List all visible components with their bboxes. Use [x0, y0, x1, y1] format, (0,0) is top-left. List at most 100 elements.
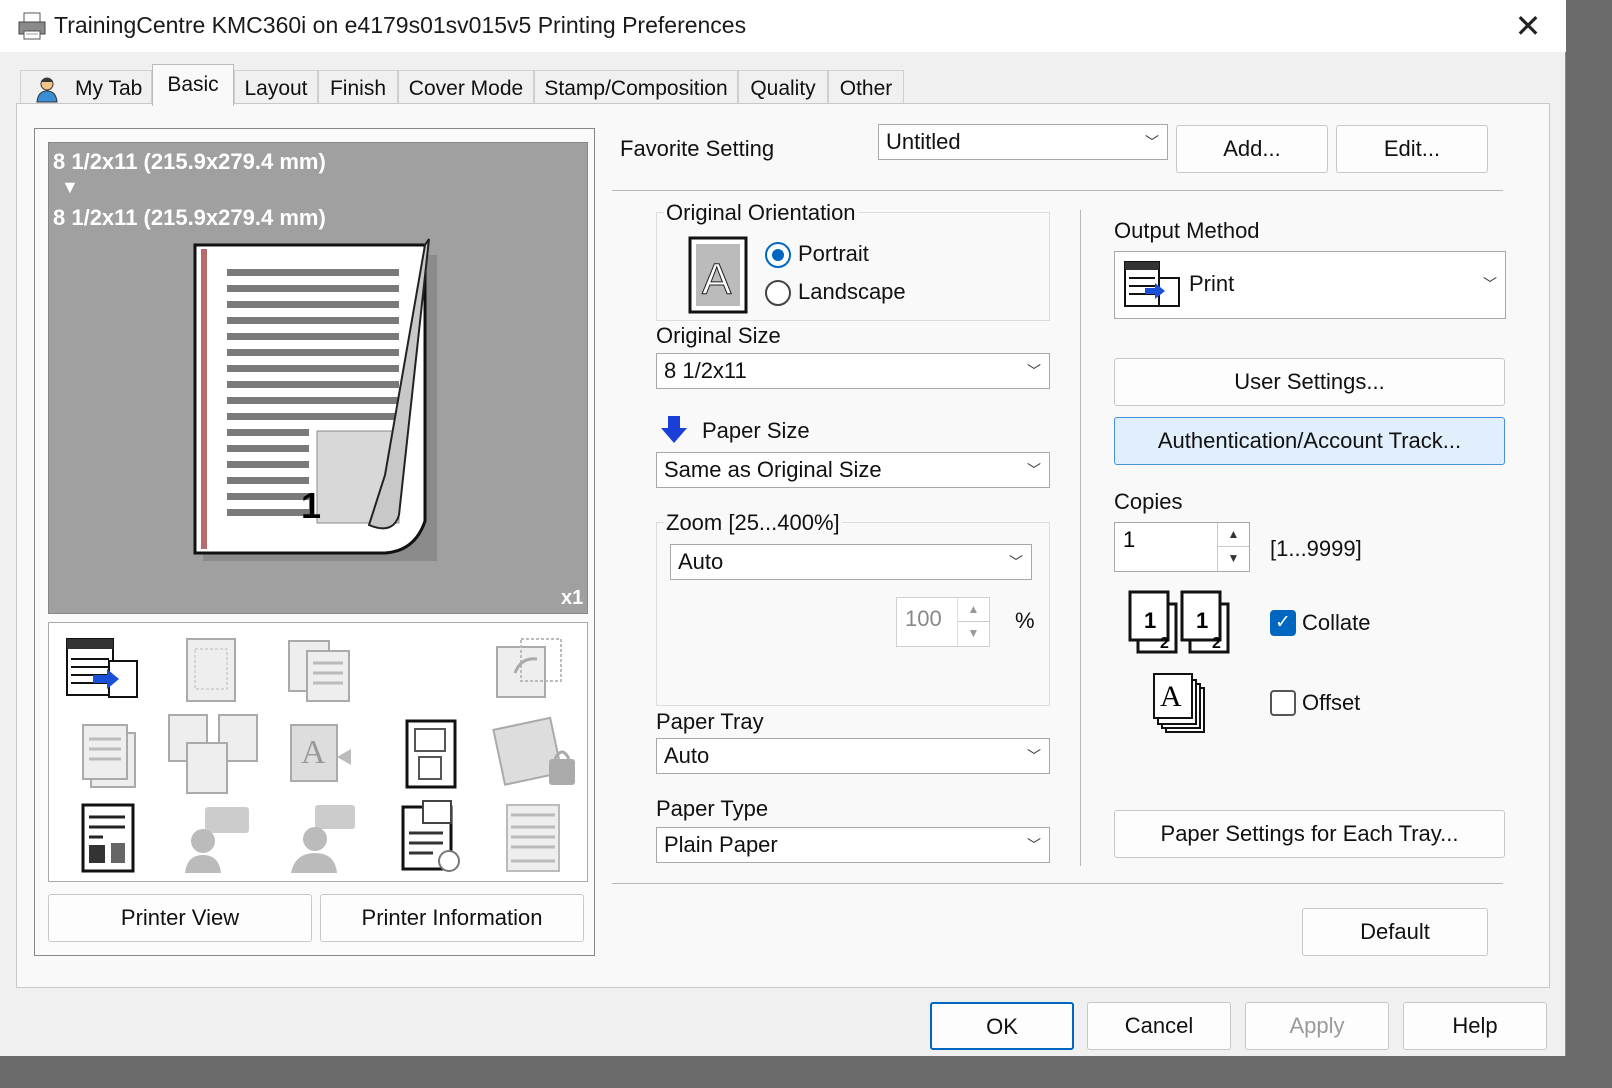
offset-label: Offset [1302, 690, 1361, 715]
zoom-percent-value: 100 [905, 606, 942, 631]
document-stack-icon[interactable] [73, 719, 149, 795]
watermark-icon[interactable] [393, 717, 469, 793]
user-authentication-icon[interactable] [179, 801, 255, 877]
tab-my-tab[interactable]: My Tab [20, 70, 152, 104]
zoom-value: Auto [678, 549, 724, 574]
edit-favorite-button[interactable]: Edit... [1336, 125, 1488, 173]
collate-page-b: 2 [1212, 635, 1221, 652]
add-favorite-button[interactable]: Add... [1176, 125, 1328, 173]
chevron-down-icon: ﹀ [1027, 363, 1041, 379]
favorite-setting-select[interactable]: Untitled ﹀ [878, 124, 1168, 160]
title-bar: TrainingCentre KMC360i on e4179s01sv015v… [0, 0, 1566, 52]
apply-button[interactable]: Apply [1245, 1002, 1389, 1050]
copies-range: [1...9999] [1270, 536, 1362, 561]
user-icon [36, 77, 58, 103]
chevron-down-icon: ﹀ [1483, 276, 1497, 292]
paper-type-value: Plain Paper [664, 832, 778, 857]
authentication-account-track-button[interactable]: Authentication/Account Track... [1114, 417, 1505, 465]
tab-basic[interactable]: Basic [152, 64, 234, 106]
chevron-down-icon: ﹀ [1027, 748, 1041, 764]
offset-icon: A [1153, 673, 1205, 733]
user-settings-button[interactable]: User Settings... [1114, 358, 1505, 406]
portrait-radio[interactable] [765, 242, 791, 268]
multi-page-icon[interactable] [281, 633, 357, 709]
zoom-label: Zoom [25...400%] [664, 510, 842, 536]
copies-badge: x1 [561, 587, 584, 609]
overlay-icon[interactable]: A [285, 719, 361, 795]
output-method-value: Print [1189, 271, 1235, 296]
print-preview: 8 1/2x11 (215.9x279.4 mm) ▼ 8 1/2x11 (21… [48, 142, 588, 614]
copies-value: 1 [1123, 527, 1136, 552]
copies-label: Copies [1114, 489, 1183, 514]
spin-up-icon[interactable]: ▲ [958, 598, 989, 622]
copies-spinner[interactable]: 1 ▲ ▼ [1114, 522, 1250, 572]
combine-pages-icon[interactable] [167, 713, 259, 795]
help-button[interactable]: Help [1403, 1002, 1547, 1050]
paper-size-readout: 8 1/2x11 (215.9x279.4 mm) [53, 205, 326, 230]
orientation-label: Original Orientation [664, 200, 858, 226]
favorite-setting-value: Untitled [886, 129, 961, 154]
percent-sign: % [1015, 608, 1035, 633]
divider [612, 190, 1503, 191]
paper-tray-select[interactable]: Auto ﹀ [656, 738, 1050, 774]
cancel-button[interactable]: Cancel [1087, 1002, 1231, 1050]
account-track-icon[interactable] [285, 801, 361, 877]
collate-page-b: 2 [1160, 635, 1169, 652]
tab-layout[interactable]: Layout [234, 70, 318, 104]
print-output-icon[interactable] [63, 633, 139, 709]
booklet-icon[interactable] [73, 801, 149, 877]
tab-cover-mode[interactable]: Cover Mode [398, 70, 534, 104]
close-button[interactable]: ✕ [1502, 4, 1554, 48]
svg-text:A: A [301, 734, 326, 771]
collate-icon: 1 2 1 2 [1128, 590, 1230, 654]
divider [612, 883, 1503, 884]
paper-size-value: Same as Original Size [664, 457, 882, 482]
tab-finish[interactable]: Finish [318, 70, 398, 104]
tab-quality[interactable]: Quality [738, 70, 828, 104]
arrow-down-icon [661, 416, 687, 443]
printing-preferences-window: TrainingCentre KMC360i on e4179s01sv015v… [0, 0, 1566, 1056]
ok-button[interactable]: OK [930, 1002, 1074, 1050]
secure-print-icon[interactable] [489, 713, 581, 795]
output-method-select[interactable]: Print ﹀ [1114, 251, 1506, 319]
landscape-radio[interactable] [765, 280, 791, 306]
portrait-orientation-icon: A [688, 236, 748, 314]
paper-type-label: Paper Type [656, 796, 769, 821]
window-title: TrainingCentre KMC360i on e4179s01sv015v… [54, 12, 747, 38]
spin-down-icon[interactable]: ▼ [1218, 547, 1249, 571]
paper-settings-for-each-tray-button[interactable]: Paper Settings for Each Tray... [1114, 810, 1505, 858]
printer-information-button[interactable]: Printer Information [320, 894, 584, 942]
collate-label: Collate [1302, 610, 1371, 635]
favorite-setting-label: Favorite Setting [620, 136, 775, 161]
original-size-select[interactable]: 8 1/2x11 ﹀ [656, 353, 1050, 389]
landscape-label: Landscape [798, 279, 906, 304]
original-size-readout: 8 1/2x11 (215.9x279.4 mm) [53, 149, 326, 174]
portrait-label: Portrait [798, 241, 869, 266]
paper-type-select[interactable]: Plain Paper ﹀ [656, 827, 1050, 863]
function-icon-grid: A [48, 622, 588, 882]
page-numbering-icon[interactable] [393, 799, 469, 875]
zoom-percent-spinner[interactable]: 100 ▲ ▼ [896, 597, 990, 647]
page-layout-icon[interactable] [173, 633, 249, 709]
collate-page-a: 1 [1144, 608, 1156, 633]
collate-checkbox[interactable]: ✓ [1270, 610, 1296, 636]
page-number: 1 [301, 485, 322, 526]
printer-view-button[interactable]: Printer View [48, 894, 312, 942]
tab-label: My Tab [75, 77, 143, 100]
zoom-select[interactable]: Auto ﹀ [670, 544, 1032, 580]
default-button[interactable]: Default [1302, 908, 1488, 956]
output-method-label: Output Method [1114, 218, 1260, 243]
printer-icon [18, 12, 46, 40]
rotate-icon[interactable] [491, 633, 567, 709]
spin-down-icon[interactable]: ▼ [958, 622, 989, 646]
tab-other[interactable]: Other [828, 70, 904, 104]
paper-size-select[interactable]: Same as Original Size ﹀ [656, 452, 1050, 488]
arrow-down-icon: ▼ [61, 177, 79, 197]
tab-stamp-composition[interactable]: Stamp/Composition [534, 70, 738, 104]
header-footer-icon[interactable] [495, 801, 571, 877]
original-size-value: 8 1/2x11 [664, 358, 747, 383]
spin-up-icon[interactable]: ▲ [1218, 523, 1249, 547]
offset-checkbox[interactable] [1270, 690, 1296, 716]
orientation-glyph: A [702, 255, 732, 304]
paper-size-label: Paper Size [702, 418, 810, 443]
